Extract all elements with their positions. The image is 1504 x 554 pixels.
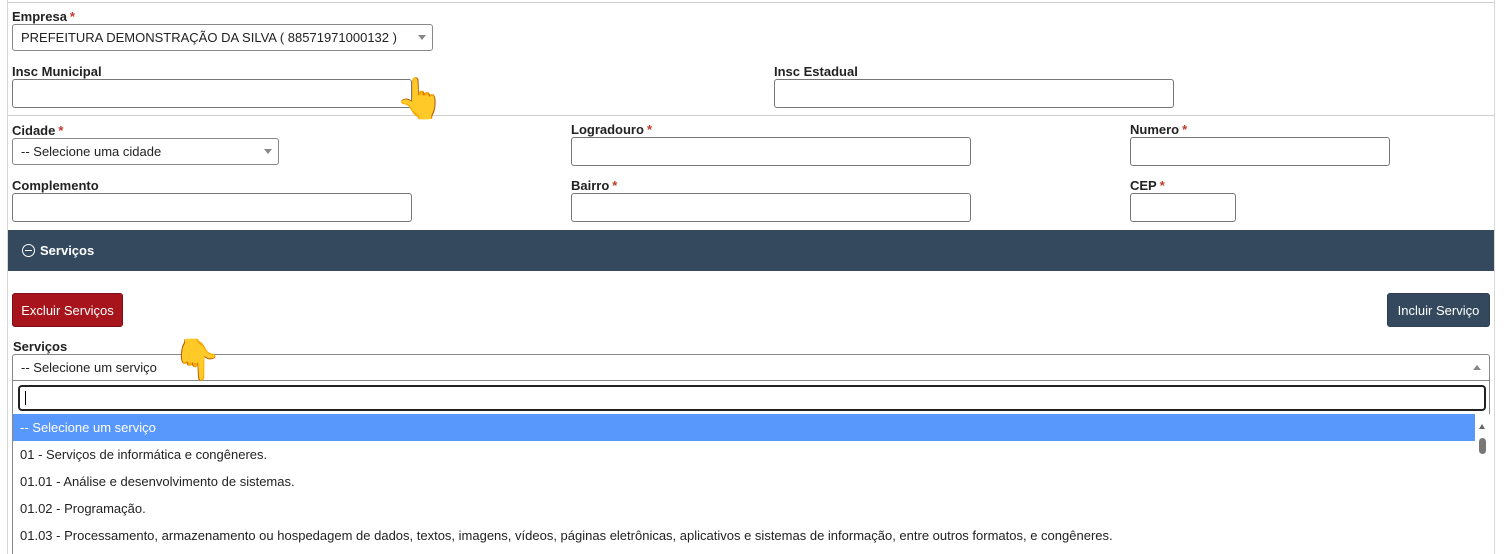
form-border-left — [7, 0, 8, 554]
empresa-select[interactable]: PREFEITURA DEMONSTRAÇÃO DA SILVA ( 88571… — [12, 24, 433, 51]
form-border-right — [1494, 0, 1495, 554]
numero-input[interactable] — [1130, 137, 1390, 166]
dropdown-option[interactable]: 01 - Serviços de informática e congênere… — [13, 441, 1475, 468]
servicos-select-value: -- Selecione um serviço — [21, 360, 157, 375]
empresa-label: Empresa * — [12, 9, 75, 24]
complemento-label: Complemento — [12, 178, 99, 193]
dropdown-option[interactable]: 01.01 - Análise e desenvolvimento de sis… — [13, 468, 1475, 495]
dropdown-option[interactable]: -- Selecione um serviço — [13, 414, 1475, 441]
logradouro-input[interactable] — [571, 137, 971, 166]
numero-label: Numero * — [1130, 122, 1188, 137]
empresa-select-value: PREFEITURA DEMONSTRAÇÃO DA SILVA ( 88571… — [21, 30, 397, 45]
servicos-panel-title: Serviços — [40, 243, 95, 258]
cep-label: CEP * — [1130, 178, 1165, 193]
cidade-label: Cidade * — [12, 123, 64, 138]
chevron-down-icon — [264, 149, 272, 154]
logradouro-label: Logradouro * — [571, 122, 652, 137]
chevron-down-icon — [418, 35, 426, 40]
cep-input[interactable] — [1130, 193, 1236, 222]
bairro-label: Bairro * — [571, 178, 618, 193]
incluir-servico-button[interactable]: Incluir Serviço — [1387, 293, 1490, 327]
chevron-up-icon — [1473, 365, 1481, 370]
servicos-options-list: -- Selecione um serviço 01 - Serviços de… — [13, 414, 1475, 549]
minus-circle-icon[interactable] — [22, 244, 35, 257]
insc-municipal-input[interactable] — [12, 79, 412, 108]
servicos-select[interactable]: -- Selecione um serviço — [12, 354, 1490, 381]
servicos-label: Serviços — [13, 339, 68, 354]
excluir-servicos-button[interactable]: Excluir Serviços — [12, 293, 123, 327]
complemento-input[interactable] — [12, 193, 412, 222]
scrollbar-thumb[interactable] — [1479, 438, 1486, 454]
pointing-hand-icon: 👆 — [395, 77, 445, 121]
cidade-select-value: -- Selecione uma cidade — [21, 144, 162, 159]
divider-top — [8, 2, 1494, 3]
insc-estadual-input[interactable] — [774, 79, 1174, 108]
insc-municipal-label: Insc Municipal — [12, 64, 102, 79]
bairro-input[interactable] — [571, 193, 971, 222]
servicos-panel-header[interactable]: Serviços — [8, 230, 1494, 271]
divider-empresa — [8, 115, 1494, 116]
servicos-search-input[interactable] — [18, 385, 1486, 411]
pointing-hand-icon: 👇 — [172, 338, 222, 382]
servicos-dropdown: -- Selecione um serviço 01 - Serviços de… — [12, 381, 1490, 554]
insc-estadual-label: Insc Estadual — [774, 64, 858, 79]
text-caret — [25, 391, 26, 405]
cidade-select[interactable]: -- Selecione uma cidade — [12, 138, 279, 165]
dropdown-option[interactable]: 01.03 - Processamento, armazenamento ou … — [13, 522, 1475, 549]
dropdown-scrollbar[interactable] — [1475, 414, 1490, 554]
dropdown-option[interactable]: 01.02 - Programação. — [13, 495, 1475, 522]
scroll-up-arrow-icon[interactable] — [1479, 424, 1485, 429]
